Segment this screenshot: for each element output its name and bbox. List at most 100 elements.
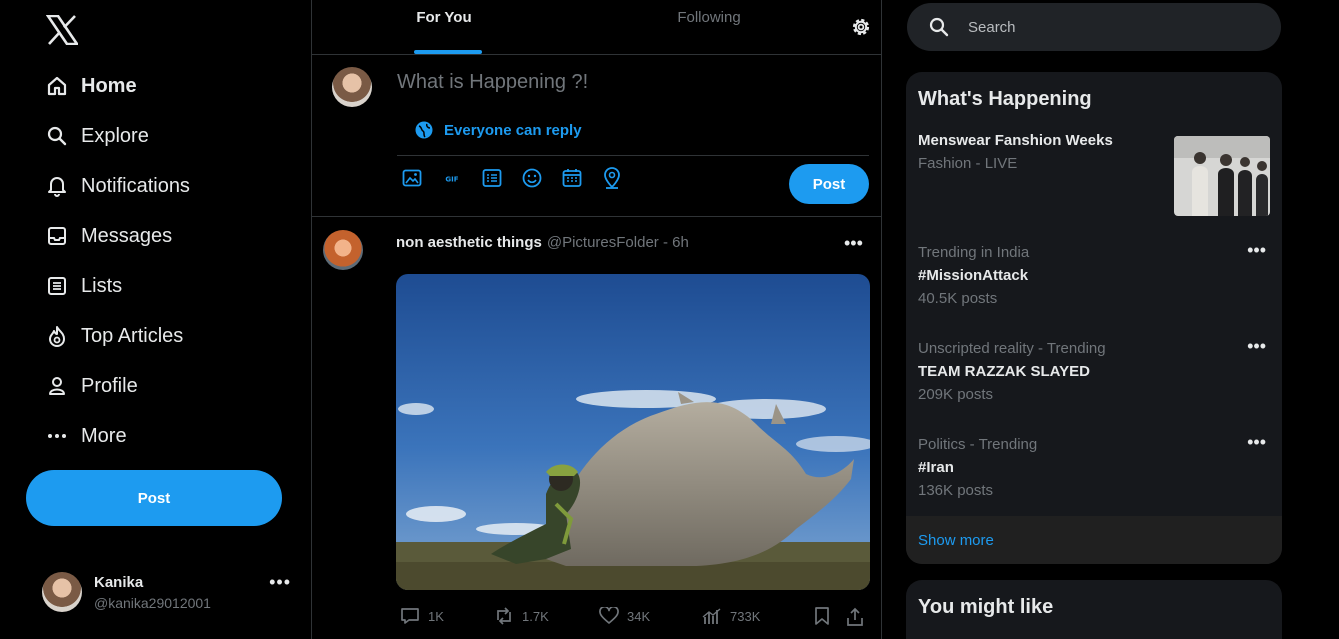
account-names: Kanika @kanika29012001 <box>94 574 211 611</box>
post-button[interactable]: Post <box>26 470 282 526</box>
svg-text:GIF: GIF <box>445 176 458 184</box>
search-bar[interactable]: Search <box>907 3 1281 51</box>
repost-button[interactable]: 1.7K <box>494 607 549 625</box>
tweet-meta: @PicturesFolder - 6h <box>546 234 689 251</box>
account-name: Kanika <box>94 573 144 591</box>
live-event[interactable]: Menswear Fanshion Weeks Fashion - LIVE <box>918 132 1270 222</box>
trend-item[interactable]: Trending in India #MissionAttack 40.5K p… <box>918 240 1270 322</box>
repost-count: 1.7K <box>522 608 549 624</box>
nav-label: Profile <box>81 374 138 397</box>
tweet-author[interactable]: non aesthetic things <box>396 234 542 251</box>
list-icon <box>46 275 68 297</box>
flame-icon <box>46 325 68 347</box>
account-handle: @kanika29012001 <box>94 594 211 611</box>
nav-label: Explore <box>81 124 149 147</box>
bell-icon <box>46 175 68 197</box>
avatar <box>42 572 82 612</box>
share-icon[interactable] <box>846 607 872 627</box>
panel-title: What's Happening <box>918 88 1092 110</box>
nav-label: Top Articles <box>81 324 184 347</box>
more-icon[interactable]: ••• <box>1247 432 1266 453</box>
trend-count: 209K posts <box>918 386 994 403</box>
reply-count: 1K <box>428 608 444 624</box>
tweet-actions: 1K 1.7K 34K 733K <box>400 607 870 631</box>
more-icon[interactable]: ••• <box>844 233 863 254</box>
trend-item[interactable]: Politics - Trending #Iran 136K posts ••• <box>918 432 1270 514</box>
show-more-link[interactable]: Show more <box>906 516 1282 564</box>
trend-count: 136K posts <box>918 482 994 499</box>
trend-title: #Iran <box>918 459 954 476</box>
reply-setting-button[interactable]: Everyone can reply <box>414 120 582 140</box>
tab-for-you[interactable]: For You <box>402 0 486 44</box>
trend-item[interactable]: Unscripted reality - Trending TEAM RAZZA… <box>918 336 1270 418</box>
views-count: 733K <box>730 608 761 624</box>
like-count: 34K <box>627 608 651 624</box>
more-icon[interactable]: ••• <box>269 572 291 593</box>
divider <box>397 155 869 156</box>
main-nav: Home Explore Notifications Messages List… <box>46 61 190 461</box>
active-tab-indicator <box>414 50 482 54</box>
home-icon <box>46 75 68 97</box>
image-icon[interactable] <box>402 167 422 189</box>
globe-icon <box>414 120 434 140</box>
mail-icon <box>46 225 68 247</box>
nav-item-profile[interactable]: Profile <box>46 361 190 411</box>
you-might-like-panel: You might like <box>906 580 1282 639</box>
nav-label: Home <box>81 74 137 97</box>
more-icon[interactable]: ••• <box>1247 336 1266 357</box>
analytics-icon <box>702 608 721 624</box>
panel-title: You might like <box>918 596 1054 618</box>
timeline-tabs: For You Following <box>312 0 881 55</box>
account-switcher[interactable]: Kanika @kanika29012001 ••• <box>42 570 297 614</box>
gif-icon[interactable]: GIF <box>442 167 462 189</box>
nav-item-notifications[interactable]: Notifications <box>46 161 190 211</box>
poll-icon[interactable] <box>482 167 502 189</box>
trend-title: TEAM RAZZAK SLAYED <box>918 363 1090 380</box>
compose-input[interactable]: What is Happening ?! <box>397 71 588 94</box>
schedule-icon[interactable] <box>562 167 582 189</box>
trend-context: Politics - Trending <box>918 436 1038 453</box>
live-thumbnail <box>1174 136 1270 216</box>
location-icon[interactable] <box>602 167 622 189</box>
views-button[interactable]: 733K <box>702 607 760 625</box>
more-icon[interactable]: ••• <box>1247 240 1266 261</box>
like-button[interactable]: 34K <box>599 607 650 625</box>
tweet-media[interactable] <box>396 274 870 590</box>
compose-toolbar: GIF <box>402 167 642 189</box>
whats-happening-panel: What's Happening Menswear Fanshion Weeks… <box>906 72 1282 564</box>
nav-item-messages[interactable]: Messages <box>46 211 190 261</box>
reply-setting-label: Everyone can reply <box>444 121 582 139</box>
nav-item-more[interactable]: More <box>46 411 190 461</box>
gear-icon[interactable] <box>849 15 873 39</box>
trend-title: #MissionAttack <box>918 267 1029 284</box>
reply-icon <box>401 608 419 624</box>
left-sidebar: Home Explore Notifications Messages List… <box>0 0 311 639</box>
nav-label: Notifications <box>81 174 190 197</box>
tab-following[interactable]: Following <box>662 0 756 44</box>
person-icon <box>46 375 68 397</box>
trend-context: Trending in India <box>918 244 1030 261</box>
avatar[interactable] <box>323 230 363 270</box>
emoji-icon[interactable] <box>522 167 542 189</box>
nav-item-home[interactable]: Home <box>46 61 190 111</box>
tweet-header: non aesthetic things @PicturesFolder - 6… <box>396 234 689 251</box>
search-input[interactable]: Search <box>968 19 1016 36</box>
post-button[interactable]: Post <box>789 164 869 204</box>
search-icon <box>929 17 949 37</box>
repost-icon <box>497 607 511 625</box>
trend-context: Unscripted reality - Trending <box>918 340 1106 357</box>
search-icon <box>46 125 68 147</box>
heart-icon <box>599 607 619 624</box>
nav-label: More <box>81 424 127 447</box>
trend-count: 40.5K posts <box>918 290 998 307</box>
nav-label: Messages <box>81 224 173 247</box>
bookmark-icon[interactable] <box>814 607 838 625</box>
more-icon <box>46 425 68 447</box>
x-logo-icon[interactable] <box>44 12 80 48</box>
tweet[interactable]: non aesthetic things @PicturesFolder - 6… <box>312 217 881 639</box>
nav-item-explore[interactable]: Explore <box>46 111 190 161</box>
nav-item-top-articles[interactable]: Top Articles <box>46 311 190 361</box>
reply-button[interactable]: 1K <box>400 607 444 625</box>
nav-item-lists[interactable]: Lists <box>46 261 190 311</box>
nav-label: Lists <box>81 274 123 297</box>
